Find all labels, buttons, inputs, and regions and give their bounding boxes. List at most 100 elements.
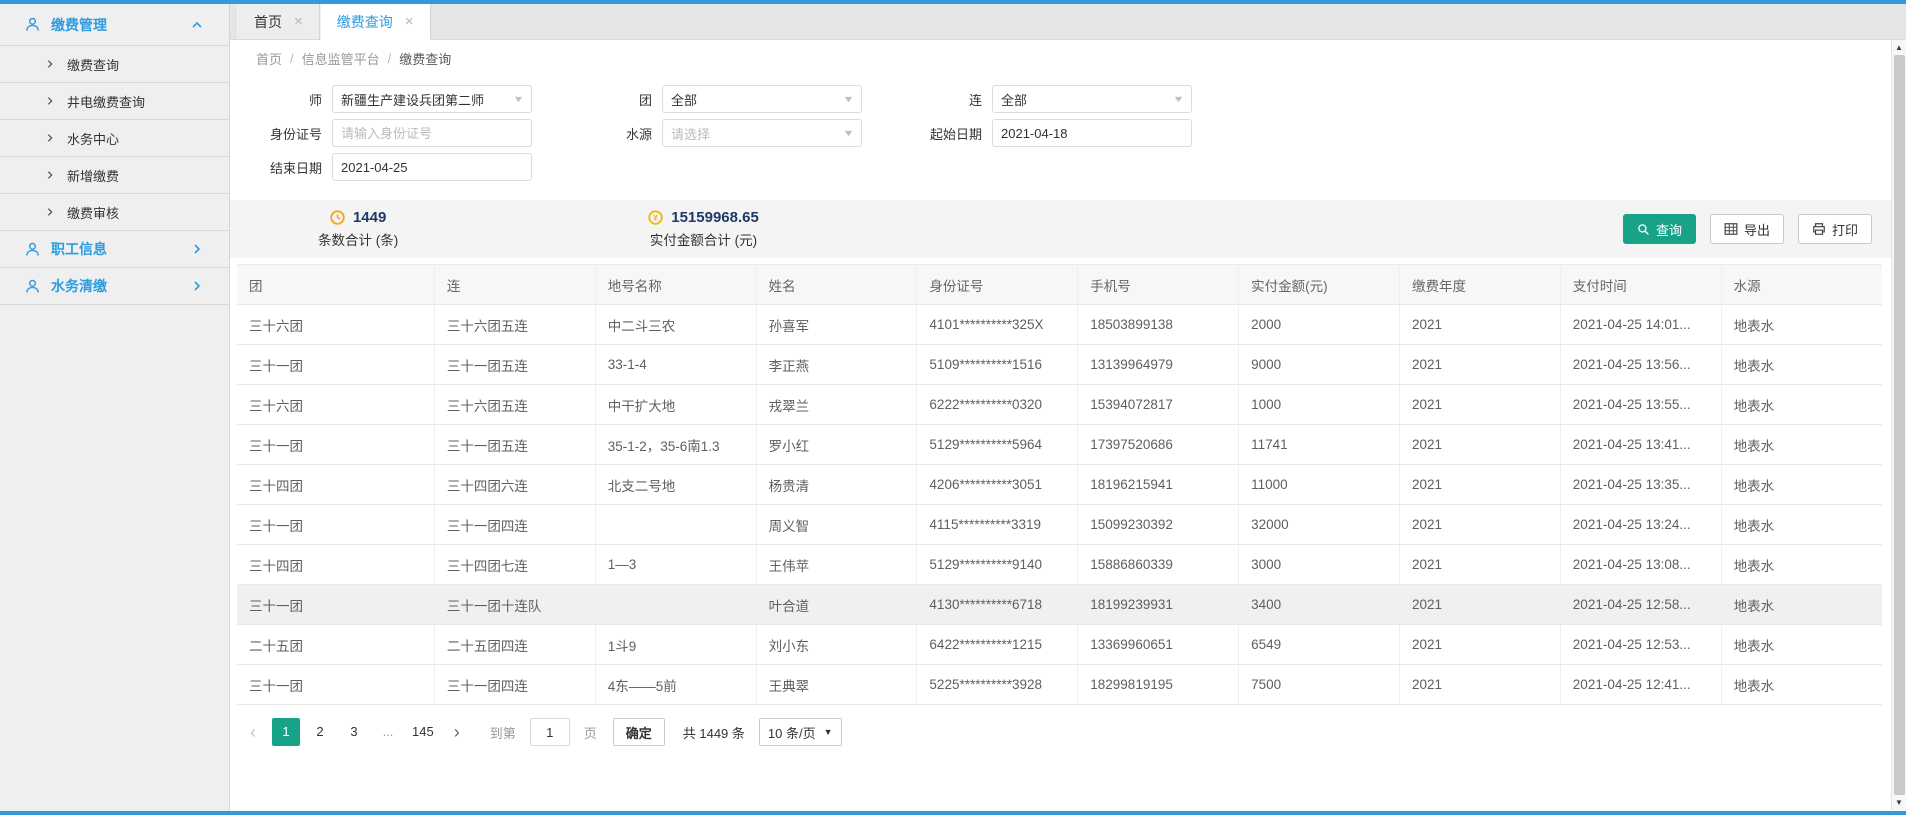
table-row[interactable]: 三十一团三十一团四连4东——5前王典翠5225**********3928182… bbox=[237, 665, 1882, 705]
table-cell: 三十六团五连 bbox=[434, 305, 595, 345]
amount-value: 15159968.65 bbox=[671, 209, 759, 226]
tab-payment-query[interactable]: 缴费查询 × bbox=[320, 4, 431, 40]
table-cell: 2021-04-25 13:35... bbox=[1560, 465, 1721, 505]
sidebar-item-new-payment[interactable]: 新增缴费 bbox=[0, 157, 229, 194]
table-cell: 2021 bbox=[1399, 465, 1560, 505]
sidebar-item-payment-management[interactable]: 缴费管理 bbox=[0, 4, 229, 46]
table-cell: 三十一团四连 bbox=[434, 505, 595, 545]
table-row[interactable]: 三十四团三十四团七连1—3王伟苹5129**********9140158868… bbox=[237, 545, 1882, 585]
filter-form: 师 新疆生产建设兵团第二师 ▼ 团 全部 ▼ 连 全部 bbox=[230, 76, 1906, 192]
table-row[interactable]: 三十六团三十六团五连中二斗三农孙喜军4101**********325X1850… bbox=[237, 305, 1882, 345]
goto-page-input[interactable] bbox=[530, 718, 570, 746]
table-cell: 2021 bbox=[1399, 545, 1560, 585]
column-header: 手机号 bbox=[1078, 265, 1239, 305]
tuan-select[interactable]: 全部 ▼ bbox=[662, 85, 862, 113]
count-stat: 1449 条数合计 (条) bbox=[318, 209, 398, 249]
idcard-label: 身份证号 bbox=[256, 124, 332, 143]
tuan-select-value: 全部 bbox=[671, 90, 697, 109]
table-cell: 孙喜军 bbox=[756, 305, 917, 345]
end-date-input[interactable] bbox=[341, 160, 523, 175]
print-button[interactable]: 打印 bbox=[1798, 214, 1872, 244]
breadcrumb-platform[interactable]: 信息监管平台 bbox=[302, 49, 380, 68]
lian-label: 连 bbox=[916, 90, 992, 109]
export-button[interactable]: 导出 bbox=[1710, 214, 1784, 244]
table-row[interactable]: 三十四团三十四团六连北支二号地杨贵清4206**********30511819… bbox=[237, 465, 1882, 505]
sidebar-item-label: 新增缴费 bbox=[67, 166, 119, 185]
scroll-up-icon[interactable]: ▲ bbox=[1892, 43, 1906, 52]
breadcrumb-separator: / bbox=[388, 51, 392, 66]
page-button[interactable]: 145 bbox=[408, 718, 438, 746]
clock-icon bbox=[330, 210, 345, 225]
chevron-down-icon: ▼ bbox=[512, 94, 524, 104]
query-button[interactable]: 查询 bbox=[1623, 214, 1696, 244]
tab-label: 缴费查询 bbox=[337, 12, 393, 32]
scrollbar-thumb[interactable] bbox=[1894, 55, 1905, 795]
person-icon bbox=[24, 278, 41, 295]
table-cell: 18299819195 bbox=[1078, 665, 1239, 705]
next-page-icon[interactable]: › bbox=[444, 722, 470, 743]
table-cell: 杨贵清 bbox=[756, 465, 917, 505]
shi-select[interactable]: 新疆生产建设兵团第二师 ▼ bbox=[332, 85, 532, 113]
lian-select[interactable]: 全部 ▼ bbox=[992, 85, 1192, 113]
chevron-up-icon bbox=[191, 19, 203, 31]
table-cell: 三十六团 bbox=[237, 385, 434, 425]
search-icon bbox=[1637, 223, 1650, 236]
column-header: 水源 bbox=[1721, 265, 1882, 305]
table-cell: 5225**********3928 bbox=[917, 665, 1078, 705]
sidebar-item-water-center[interactable]: 水务中心 bbox=[0, 120, 229, 157]
table-grid-icon bbox=[1724, 222, 1738, 236]
table-cell: 18199239931 bbox=[1078, 585, 1239, 625]
table-cell: 18503899138 bbox=[1078, 305, 1239, 345]
svg-text:¥: ¥ bbox=[653, 214, 658, 223]
close-icon[interactable]: × bbox=[405, 14, 414, 29]
table-cell: 地表水 bbox=[1721, 625, 1882, 665]
breadcrumb-current: 缴费查询 bbox=[399, 49, 451, 68]
printer-icon bbox=[1812, 222, 1826, 236]
table-row[interactable]: 三十一团三十一团五连35-1-2，35-6南1.3罗小红5129********… bbox=[237, 425, 1882, 465]
count-value: 1449 bbox=[353, 209, 386, 226]
table-cell: 1—3 bbox=[595, 545, 756, 585]
sidebar-item-water-clearance[interactable]: 水务清缴 bbox=[0, 268, 229, 305]
table-row[interactable]: 三十六团三十六团五连中干扩大地戎翠兰6222**********03201539… bbox=[237, 385, 1882, 425]
page-size-select[interactable]: 10 条/页 ▼ bbox=[759, 718, 842, 746]
table-cell: 地表水 bbox=[1721, 585, 1882, 625]
start-date-input[interactable] bbox=[1001, 126, 1183, 141]
prev-page-icon[interactable]: ‹ bbox=[240, 722, 266, 743]
page-button[interactable]: 3 bbox=[340, 718, 368, 746]
table-cell: 三十六团五连 bbox=[434, 385, 595, 425]
table-cell: 三十六团 bbox=[237, 305, 434, 345]
sidebar-item-well-power-payment-query[interactable]: 井电缴费查询 bbox=[0, 83, 229, 120]
page-button[interactable]: 1 bbox=[272, 718, 300, 746]
tab-home[interactable]: 首页 × bbox=[237, 4, 320, 39]
table-cell: 15099230392 bbox=[1078, 505, 1239, 545]
breadcrumb-home[interactable]: 首页 bbox=[256, 49, 282, 68]
close-icon[interactable]: × bbox=[294, 14, 303, 29]
yen-icon: ¥ bbox=[648, 210, 663, 225]
column-header: 支付时间 bbox=[1560, 265, 1721, 305]
scroll-down-icon[interactable]: ▼ bbox=[1892, 798, 1906, 807]
chevron-right-icon bbox=[45, 207, 55, 217]
results-table: 团连地号名称姓名身份证号手机号实付金额(元)缴费年度支付时间水源 三十六团三十六… bbox=[237, 264, 1882, 705]
water-source-select[interactable]: 请选择 ▼ bbox=[662, 119, 862, 147]
table-cell: 2021 bbox=[1399, 665, 1560, 705]
table-row[interactable]: 三十一团三十一团四连周义智4115**********3319150992303… bbox=[237, 505, 1882, 545]
page-button[interactable]: 2 bbox=[306, 718, 334, 746]
sidebar-item-payment-audit[interactable]: 缴费审核 bbox=[0, 194, 229, 231]
table-row[interactable]: 二十五团二十五团四连1斗9刘小东6422**********1215133699… bbox=[237, 625, 1882, 665]
table-cell: 地表水 bbox=[1721, 385, 1882, 425]
table-row[interactable]: 三十一团三十一团五连33-1-4李正燕5109**********1516131… bbox=[237, 345, 1882, 385]
print-button-label: 打印 bbox=[1832, 220, 1858, 239]
table-cell: 叶合道 bbox=[756, 585, 917, 625]
amount-label: 实付金额合计 (元) bbox=[650, 229, 757, 249]
sidebar-item-staff-info[interactable]: 职工信息 bbox=[0, 231, 229, 268]
idcard-input[interactable] bbox=[341, 126, 523, 141]
table-row[interactable]: 三十一团三十一团十连队叶合道4130**********671818199239… bbox=[237, 585, 1882, 625]
confirm-button[interactable]: 确定 bbox=[613, 718, 665, 746]
goto-prefix-label: 到第 bbox=[490, 723, 516, 742]
table-cell: 2021-04-25 13:08... bbox=[1560, 545, 1721, 585]
tab-bar: 首页 × 缴费查询 × bbox=[230, 4, 1906, 40]
bottom-accent-bar bbox=[0, 811, 1906, 815]
chevron-right-icon bbox=[45, 59, 55, 69]
sidebar-item-payment-query[interactable]: 缴费查询 bbox=[0, 46, 229, 83]
column-header: 连 bbox=[434, 265, 595, 305]
